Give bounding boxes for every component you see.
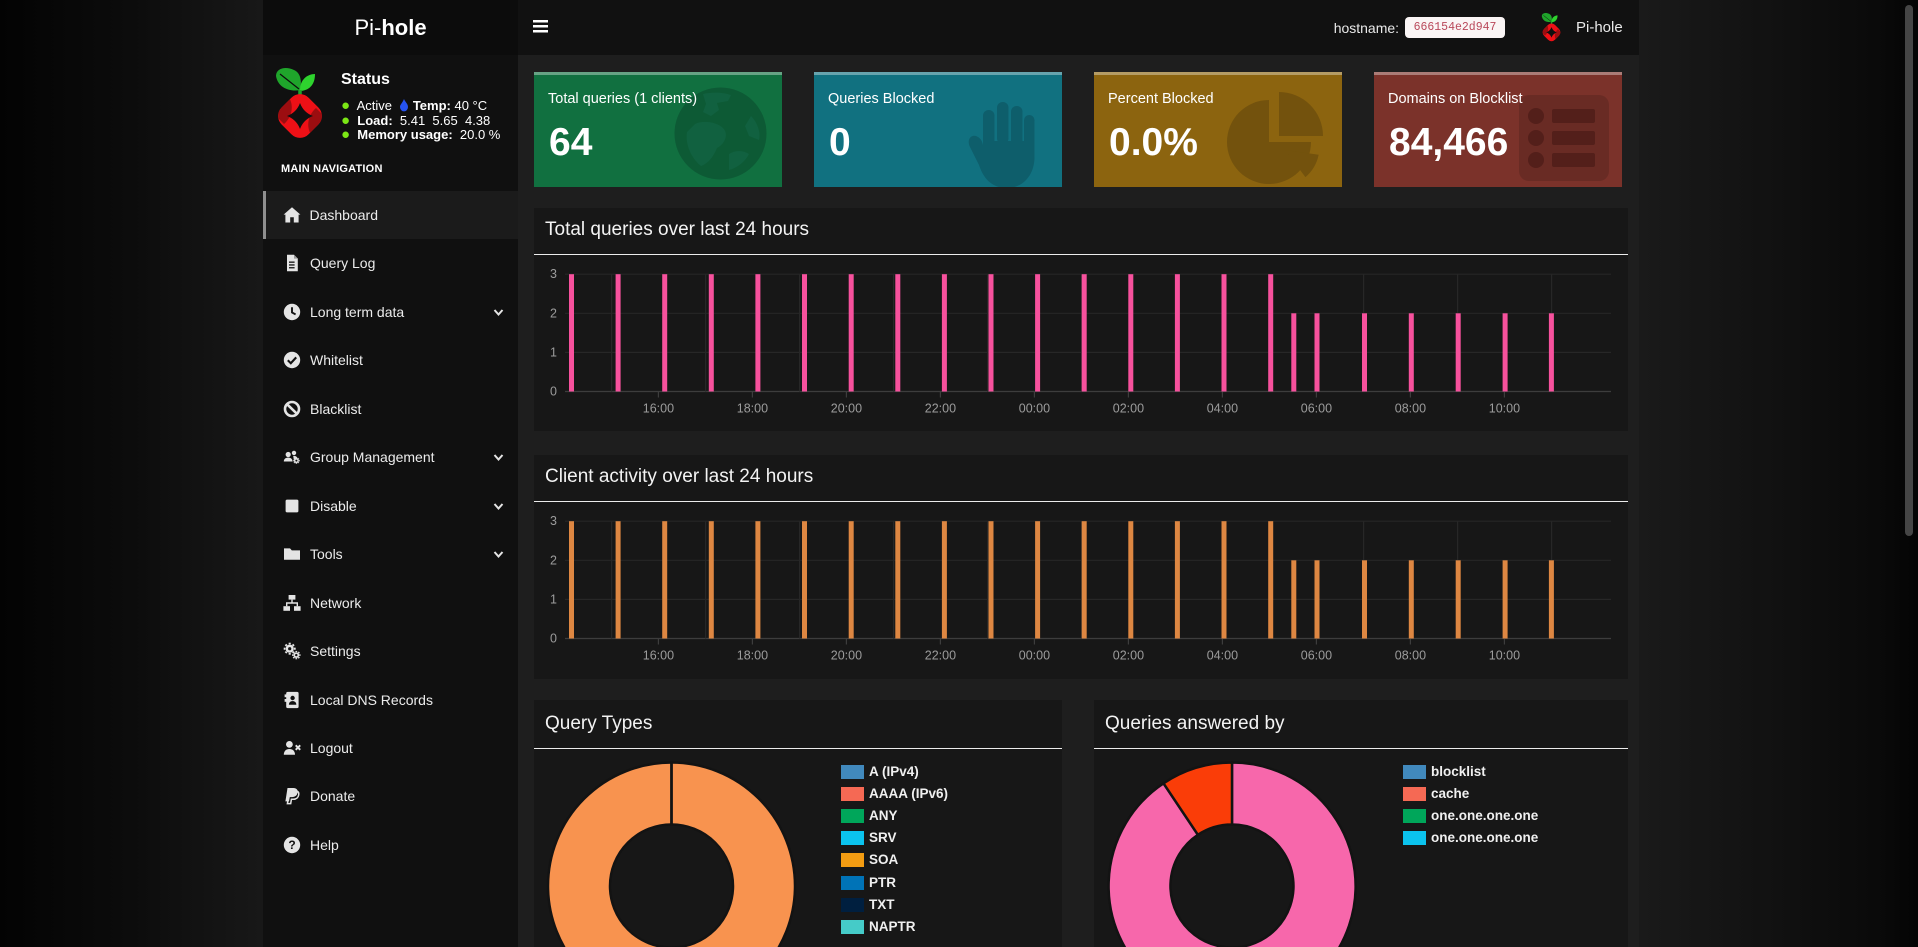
- svg-text:2: 2: [550, 306, 557, 320]
- svg-text:3: 3: [550, 267, 557, 281]
- svg-text:10:00: 10:00: [1489, 402, 1520, 416]
- svg-text:02:00: 02:00: [1113, 402, 1144, 416]
- svg-text:2: 2: [550, 553, 557, 567]
- svg-text:04:00: 04:00: [1207, 402, 1238, 416]
- svg-text:08:00: 08:00: [1395, 649, 1426, 663]
- svg-text:20:00: 20:00: [831, 402, 862, 416]
- svg-text:02:00: 02:00: [1113, 649, 1144, 663]
- svg-text:10:00: 10:00: [1489, 649, 1520, 663]
- svg-text:22:00: 22:00: [925, 402, 956, 416]
- svg-text:1: 1: [550, 592, 557, 606]
- svg-text:06:00: 06:00: [1301, 649, 1332, 663]
- svg-text:0: 0: [550, 632, 557, 646]
- svg-text:00:00: 00:00: [1019, 402, 1050, 416]
- svg-text:22:00: 22:00: [925, 649, 956, 663]
- svg-text:16:00: 16:00: [643, 402, 674, 416]
- svg-text:18:00: 18:00: [737, 649, 768, 663]
- svg-text:3: 3: [550, 514, 557, 528]
- svg-text:04:00: 04:00: [1207, 649, 1238, 663]
- svg-text:20:00: 20:00: [831, 649, 862, 663]
- svg-text:08:00: 08:00: [1395, 402, 1426, 416]
- svg-text:1: 1: [550, 345, 557, 359]
- svg-text:16:00: 16:00: [643, 649, 674, 663]
- svg-text:00:00: 00:00: [1019, 649, 1050, 663]
- svg-text:06:00: 06:00: [1301, 402, 1332, 416]
- svg-text:0: 0: [550, 385, 557, 399]
- svg-text:18:00: 18:00: [737, 402, 768, 416]
- svg-text:?: ?: [288, 838, 295, 852]
